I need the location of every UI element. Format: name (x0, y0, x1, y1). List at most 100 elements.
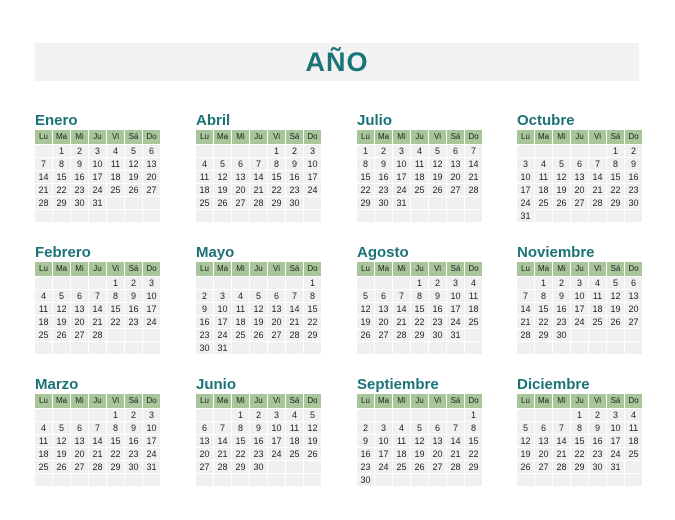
day-cell: 21 (89, 448, 106, 460)
weekday-header: Mi (71, 394, 88, 408)
empty-day-cell (589, 329, 606, 341)
day-cell: 19 (553, 184, 570, 196)
weekday-header: Do (625, 130, 642, 144)
empty-day-cell (107, 474, 124, 486)
day-cell: 17 (268, 435, 285, 447)
day-cell: 12 (53, 303, 70, 315)
empty-day-cell (125, 210, 142, 222)
day-cell: 25 (232, 329, 249, 341)
empty-day-cell (196, 210, 213, 222)
day-cell: 24 (375, 461, 392, 473)
empty-day-cell (465, 329, 482, 341)
day-cell: 22 (232, 448, 249, 460)
day-cell: 28 (447, 461, 464, 473)
weekday-header: Lu (517, 394, 534, 408)
day-cell: 2 (357, 422, 374, 434)
day-cell: 30 (553, 329, 570, 341)
empty-day-cell (447, 197, 464, 209)
empty-day-cell (553, 210, 570, 222)
weekday-header: Sá (447, 130, 464, 144)
day-cell: 1 (607, 145, 624, 157)
day-cell: 8 (571, 422, 588, 434)
day-cell: 27 (196, 461, 213, 473)
day-cell: 4 (286, 409, 303, 421)
day-cell: 23 (375, 184, 392, 196)
day-cell: 30 (357, 474, 374, 486)
day-cell: 10 (571, 290, 588, 302)
day-cell: 4 (107, 145, 124, 157)
day-cell: 10 (375, 435, 392, 447)
month-name: Abril (196, 112, 231, 129)
empty-day-cell (535, 409, 552, 421)
empty-day-cell (625, 342, 642, 354)
empty-day-cell (589, 342, 606, 354)
day-cell: 8 (535, 290, 552, 302)
day-cell: 30 (625, 197, 642, 209)
day-cell: 14 (517, 303, 534, 315)
day-cell: 12 (411, 435, 428, 447)
empty-day-cell (589, 210, 606, 222)
empty-day-cell (89, 409, 106, 421)
day-cell: 15 (53, 171, 70, 183)
day-cell: 15 (232, 435, 249, 447)
empty-day-cell (411, 210, 428, 222)
weekday-header: Vi (429, 130, 446, 144)
weekday-header: Lu (196, 394, 213, 408)
day-cell: 21 (35, 184, 52, 196)
empty-day-cell (286, 474, 303, 486)
day-cell: 7 (517, 290, 534, 302)
empty-day-cell (107, 197, 124, 209)
day-cell: 19 (607, 303, 624, 315)
day-cell: 23 (250, 448, 267, 460)
empty-day-cell (250, 342, 267, 354)
weekday-header: Ma (375, 394, 392, 408)
day-cell: 10 (304, 158, 321, 170)
day-cell: 17 (375, 448, 392, 460)
day-cell: 18 (535, 184, 552, 196)
day-cell: 2 (196, 290, 213, 302)
day-cell: 12 (304, 422, 321, 434)
day-cell: 25 (35, 329, 52, 341)
day-cell: 29 (53, 197, 70, 209)
day-cell: 12 (214, 171, 231, 183)
day-cell: 15 (607, 171, 624, 183)
month-name: Mayo (196, 244, 235, 261)
empty-day-cell (107, 342, 124, 354)
day-cell: 29 (232, 461, 249, 473)
month-diciembre: Diciembre Lu Ma Mi Ju Vi Sá Do 1 2 3 4 5 6 7 8 9 10 11 12 13… (517, 376, 642, 486)
day-cell: 24 (393, 184, 410, 196)
weekday-header: Do (143, 262, 160, 276)
empty-day-cell (304, 210, 321, 222)
day-cell: 6 (71, 422, 88, 434)
day-cell: 7 (89, 422, 106, 434)
day-cell: 19 (517, 448, 534, 460)
day-cell: 26 (304, 448, 321, 460)
day-cell: 3 (268, 409, 285, 421)
day-cell: 9 (286, 158, 303, 170)
empty-day-cell (429, 197, 446, 209)
weekday-header: Ju (89, 262, 106, 276)
day-cell: 1 (571, 409, 588, 421)
day-cell: 17 (571, 303, 588, 315)
day-cell: 16 (250, 435, 267, 447)
weekday-header: Ma (535, 394, 552, 408)
empty-day-cell (107, 210, 124, 222)
day-cell: 28 (35, 197, 52, 209)
empty-day-cell (304, 197, 321, 209)
day-cell: 10 (268, 422, 285, 434)
weekday-header: Vi (429, 262, 446, 276)
day-cell: 8 (357, 158, 374, 170)
day-cell: 28 (286, 329, 303, 341)
empty-day-cell (393, 409, 410, 421)
weekday-header: Sá (607, 130, 624, 144)
day-cell: 14 (393, 303, 410, 315)
day-cell: 13 (71, 303, 88, 315)
empty-day-cell (465, 474, 482, 486)
day-cell: 23 (429, 316, 446, 328)
day-cell: 10 (214, 303, 231, 315)
empty-day-cell (375, 342, 392, 354)
day-cell: 8 (304, 290, 321, 302)
empty-day-cell (35, 210, 52, 222)
day-cell: 11 (286, 422, 303, 434)
empty-day-cell (35, 342, 52, 354)
